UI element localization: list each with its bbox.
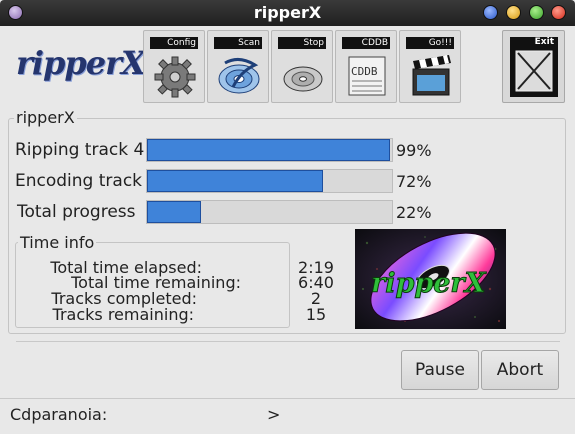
status-value: > (267, 405, 281, 424)
encoding-percent: 72% (396, 172, 432, 191)
scan-button[interactable]: Scan (207, 30, 269, 103)
ripping-progress-bar (146, 138, 393, 162)
total-progress-bar (146, 200, 393, 224)
cddb-button-label: CDDB (342, 37, 390, 49)
go-button-label: Go!!! (406, 37, 454, 49)
window-maximize-button[interactable] (529, 5, 544, 20)
total-progress-label: Total progress (17, 202, 136, 222)
tracks-remaining-value: 15 (305, 305, 327, 324)
svg-text:CDDB: CDDB (351, 65, 378, 78)
title-bar[interactable]: ripperX (0, 0, 575, 26)
config-button[interactable]: Config (143, 30, 205, 103)
progress-group-title: ripperX (14, 108, 77, 127)
ripping-track-label: Ripping track 4 (15, 140, 145, 160)
exit-button-label: Exit (534, 37, 554, 47)
config-button-label: Config (150, 37, 198, 49)
actions-separator (16, 341, 560, 342)
ripping-progress-fill (147, 139, 390, 161)
stop-disc-icon (283, 66, 323, 92)
exit-icon-box: Exit (510, 37, 558, 97)
cddb-icon: CDDB (348, 56, 386, 96)
exit-icon (515, 50, 553, 92)
go-button[interactable]: Go!!! (399, 30, 461, 103)
cddb-button[interactable]: CDDB CDDB (335, 30, 397, 103)
ripping-percent: 99% (396, 141, 432, 160)
app-logo: ripperX (16, 44, 146, 82)
time-info-title: Time info (18, 233, 97, 252)
scan-button-label: Scan (214, 37, 262, 49)
clapperboard-icon (412, 55, 451, 96)
tracks-remaining-label: Tracks remaining: (52, 305, 194, 324)
pause-button[interactable]: Pause (401, 350, 479, 390)
status-label: Cdparanoia: (10, 405, 108, 424)
encoding-progress-bar (146, 169, 393, 193)
ripperx-banner-image: ripperX (355, 229, 506, 329)
scan-disc-icon (218, 58, 260, 94)
gear-icon (154, 56, 196, 98)
stop-button-label: Stop (278, 37, 326, 49)
encoding-progress-fill (147, 170, 324, 192)
banner-text: ripperX (371, 268, 487, 299)
status-bar: Cdparanoia: > (0, 398, 575, 434)
abort-button[interactable]: Abort (481, 350, 559, 390)
stop-button[interactable]: Stop (271, 30, 333, 103)
exit-button[interactable]: Exit (502, 30, 565, 103)
window-close-button[interactable] (551, 5, 566, 20)
encoding-track-label: Encoding track (15, 171, 143, 191)
cd-artwork: ripperX (355, 229, 506, 329)
window-shade-button[interactable] (483, 5, 498, 20)
total-progress-fill (147, 201, 201, 223)
total-percent: 22% (396, 203, 432, 222)
window-minimize-button[interactable] (506, 5, 521, 20)
